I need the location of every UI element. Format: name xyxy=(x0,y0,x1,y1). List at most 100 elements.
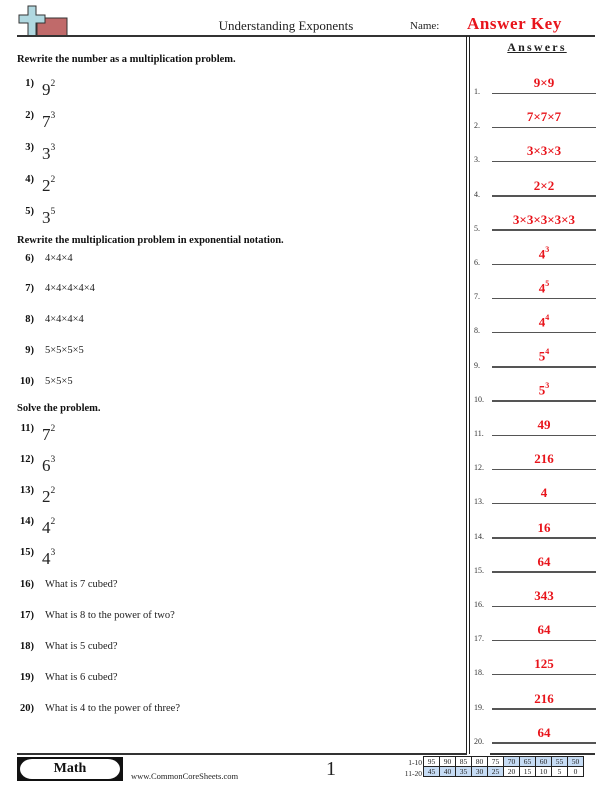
answer-line[interactable] xyxy=(492,366,596,368)
answer-line[interactable] xyxy=(492,160,596,163)
answer-line[interactable] xyxy=(492,195,596,197)
answer-item: 3. 3×3×3 xyxy=(474,134,598,164)
answer-number: 18. xyxy=(474,668,484,678)
answer-line[interactable] xyxy=(492,400,596,402)
exponent-base: 4 xyxy=(42,549,51,568)
exponent-power: 3 xyxy=(50,111,56,122)
header-divider xyxy=(17,35,595,37)
answer-value: 54 xyxy=(492,347,596,364)
footer-divider xyxy=(17,753,467,755)
answer-line[interactable] xyxy=(492,571,596,573)
section-heading: Rewrite the multiplication problem in ex… xyxy=(17,235,284,246)
answer-number: 10. xyxy=(474,394,484,404)
answer-number: 5. xyxy=(474,223,480,233)
answer-line[interactable] xyxy=(492,605,596,607)
exponent-base: 2 xyxy=(42,176,51,195)
answer-item: 5. 3×3×3×3×3 xyxy=(474,203,598,233)
answer-line[interactable] xyxy=(492,229,596,231)
answer-number: 11. xyxy=(474,429,484,438)
answer-line[interactable] xyxy=(492,673,596,676)
question-number: 12) xyxy=(20,454,34,465)
answer-number: 1. xyxy=(474,87,480,96)
exponent-power: 2 xyxy=(50,175,56,186)
answer-line[interactable] xyxy=(492,468,596,471)
answer-line[interactable] xyxy=(492,502,596,505)
exponent-power: 2 xyxy=(50,79,56,90)
answer-value: 4 xyxy=(540,485,548,501)
answer-number: 20. xyxy=(474,736,484,746)
answer-value: 3×3×3×3×3 xyxy=(512,211,576,227)
answer-item: 18. 125 xyxy=(474,647,598,677)
answer-item: 17. 64 xyxy=(474,613,598,643)
answer-line[interactable] xyxy=(492,126,596,129)
answer-exponent: 3 xyxy=(545,381,550,391)
question-text: 4×4×4 xyxy=(45,253,73,264)
question-number: 15) xyxy=(20,547,34,558)
answer-line[interactable] xyxy=(492,639,596,642)
section-heading: Rewrite the number as a multiplication p… xyxy=(17,54,236,65)
score-cell: 60 xyxy=(535,756,552,767)
website-link[interactable]: www.CommonCoreSheets.com xyxy=(131,771,238,781)
answer-line[interactable] xyxy=(492,434,596,436)
exponent-expression: 42 xyxy=(42,517,55,538)
answer-line[interactable] xyxy=(492,92,596,94)
subject-badge: Math xyxy=(17,757,123,781)
answer-value: 9×9 xyxy=(533,75,555,90)
question-number: 16) xyxy=(20,579,34,590)
answer-line[interactable] xyxy=(492,742,596,744)
score-row-label: 11-20 xyxy=(404,769,422,778)
name-value: Answer Key xyxy=(467,14,562,33)
question-text: What is 4 to the power of three? xyxy=(45,703,180,714)
answer-value: 64 xyxy=(537,553,551,569)
exponent-base: 4 xyxy=(42,518,51,537)
worksheet-title: Understanding Exponents xyxy=(218,18,354,33)
question-number: 11) xyxy=(20,423,34,434)
answer-line[interactable] xyxy=(492,297,596,300)
answer-line[interactable] xyxy=(492,708,596,710)
question-number: 2) xyxy=(25,110,34,121)
answer-item: 20. 64 xyxy=(474,716,598,746)
answer-item: 7. 45 xyxy=(474,271,598,301)
question-number: 9) xyxy=(25,345,34,356)
answer-item: 19. 216 xyxy=(474,682,598,712)
score-row: 45 40 35 30 25 20 15 10 5 0 xyxy=(423,766,584,777)
answer-value: 3×3×3 xyxy=(526,143,562,159)
answer-value: 64 xyxy=(537,622,551,638)
exponent-base: 7 xyxy=(42,425,51,444)
exponent-expression: 92 xyxy=(42,79,56,100)
question-number: 17) xyxy=(20,610,34,621)
answer-value: 216 xyxy=(534,690,554,706)
answer-value: 343 xyxy=(534,588,554,603)
exponent-expression: 43 xyxy=(42,548,55,569)
section-heading: Solve the problem. xyxy=(17,403,101,414)
answer-value: 125 xyxy=(534,656,554,672)
score-cell: 10 xyxy=(535,766,552,777)
question-text: What is 5 cubed? xyxy=(45,641,118,652)
score-cell: 85 xyxy=(455,756,472,767)
score-cell: 20 xyxy=(503,766,520,777)
exponent-power: 5 xyxy=(50,207,56,218)
answer-line[interactable] xyxy=(492,331,596,334)
answer-number: 3. xyxy=(474,155,480,165)
answer-value: 43 xyxy=(492,245,596,262)
score-cell: 35 xyxy=(455,766,472,777)
score-row-labels: 1-10 11-20 xyxy=(390,757,422,779)
score-cell: 30 xyxy=(471,766,488,777)
question-text: What is 7 cubed? xyxy=(45,579,118,590)
answer-value: 64 xyxy=(537,724,551,740)
question-number: 7) xyxy=(25,283,34,294)
exponent-base: 3 xyxy=(42,208,51,227)
score-cell: 50 xyxy=(567,756,584,767)
answer-number: 13. xyxy=(474,497,484,507)
answer-line[interactable] xyxy=(492,263,596,265)
exponent-expression: 22 xyxy=(42,175,56,196)
question-text: 5×5×5×5 xyxy=(45,345,84,356)
question-number: 10) xyxy=(20,376,34,387)
page-number: 1 xyxy=(326,758,336,780)
question-number: 3) xyxy=(25,142,34,153)
answer-line[interactable] xyxy=(492,537,596,539)
question-number: 13) xyxy=(20,485,34,496)
answer-number: 19. xyxy=(474,702,484,712)
exponent-expression: 63 xyxy=(42,455,55,476)
score-cell: 90 xyxy=(439,756,456,767)
